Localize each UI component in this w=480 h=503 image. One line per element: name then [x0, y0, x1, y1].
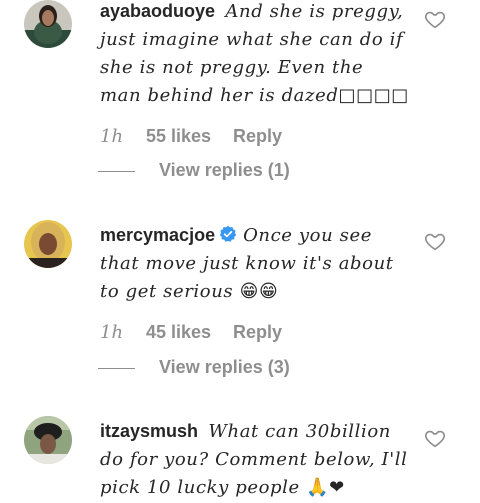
- comment-username[interactable]: mercymacjoe: [100, 225, 215, 245]
- replies-divider-line: [98, 367, 135, 369]
- comment-emoji: □□□□: [338, 85, 409, 106]
- comment-emoji: 🙏❤: [306, 477, 345, 498]
- comment-meta: 1h 45 likes Reply: [100, 322, 282, 343]
- comment-text-block: ayabaoduoye And she is preggy, just imag…: [100, 0, 410, 109]
- view-replies-label[interactable]: View replies (1): [159, 160, 290, 181]
- heart-outline-icon[interactable]: [424, 8, 446, 30]
- likes-count[interactable]: 55 likes: [146, 126, 233, 147]
- avatar[interactable]: [24, 416, 72, 464]
- view-replies-label[interactable]: View replies (3): [159, 357, 290, 378]
- avatar[interactable]: [24, 0, 72, 48]
- verified-badge-icon: [219, 225, 237, 242]
- heart-outline-icon[interactable]: [424, 230, 446, 252]
- reply-button[interactable]: Reply: [233, 126, 282, 147]
- comment-text-block: mercymacjoe Once you see that move just k…: [100, 221, 410, 305]
- comment-time: 1h: [100, 126, 124, 147]
- likes-count[interactable]: 45 likes: [146, 322, 233, 343]
- comment-time: 1h: [100, 322, 124, 343]
- comment-emoji: 😁😁: [239, 281, 279, 302]
- reply-button[interactable]: Reply: [233, 322, 282, 343]
- comment-username[interactable]: itzaysmush: [100, 421, 198, 441]
- replies-divider-line: [98, 170, 135, 172]
- comment-meta: 1h 55 likes Reply: [100, 126, 282, 147]
- comment-text-block: itzaysmush What can 30billion do for you…: [100, 417, 410, 501]
- heart-outline-icon[interactable]: [424, 427, 446, 449]
- avatar[interactable]: [24, 220, 72, 268]
- comment-username[interactable]: ayabaoduoye: [100, 1, 215, 21]
